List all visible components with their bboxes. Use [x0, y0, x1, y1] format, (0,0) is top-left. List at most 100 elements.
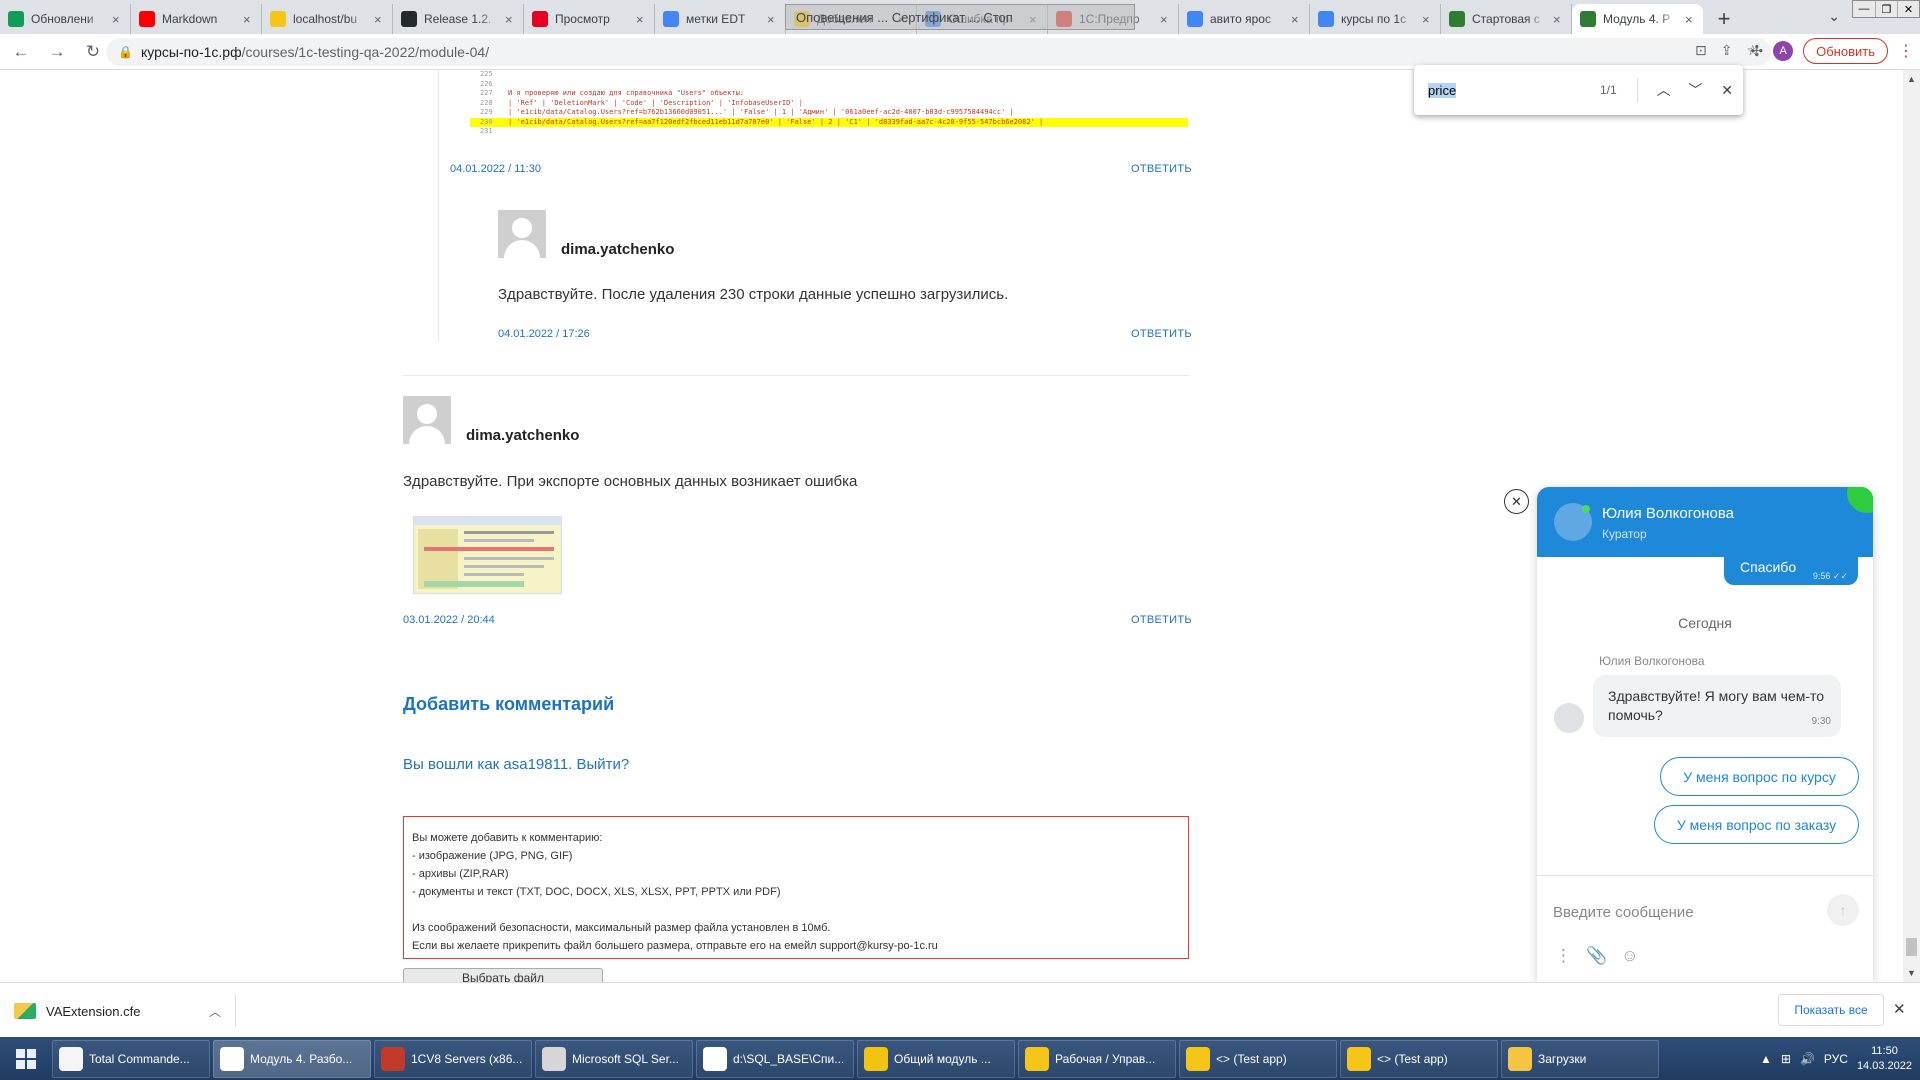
paperclip-icon[interactable]: 📎 — [1586, 946, 1607, 966]
tab-close-icon[interactable]: × — [1422, 12, 1432, 27]
chrome-menu-icon[interactable]: ⋮ — [1898, 41, 1914, 61]
browser-tab[interactable]: авито ярос × — [1179, 4, 1310, 34]
comment-text: Здравствуйте. После удаления 230 строки … — [498, 286, 1009, 303]
browser-tab[interactable]: курсы по 1с × — [1310, 4, 1441, 34]
choose-file-button[interactable]: Выбрать файл — [403, 968, 603, 982]
taskbar-item-label: <> (Test app) — [1377, 1051, 1448, 1066]
taskbar-item[interactable]: Загрузки — [1501, 1039, 1659, 1078]
new-tab-button[interactable]: + — [1709, 4, 1739, 34]
taskbar-item[interactable]: Рабочая / Управ... — [1018, 1039, 1176, 1078]
share-icon[interactable]: ⇪ — [1721, 42, 1733, 59]
forward-button[interactable]: → — [42, 37, 72, 67]
minimize-button[interactable]: — — [1853, 1, 1875, 17]
find-in-page-icon[interactable]: ⊡ — [1695, 42, 1707, 59]
attached-screenshot-thumbnail[interactable] — [413, 516, 562, 594]
windows-logo-icon — [16, 1048, 36, 1069]
reload-button[interactable]: ↻ — [78, 37, 108, 67]
find-previous-icon[interactable]: ︿ — [1648, 80, 1680, 100]
tab-close-icon[interactable]: × — [1685, 12, 1695, 27]
tab-title: Markdown — [162, 12, 218, 26]
send-arrow-icon[interactable]: ↑ — [1827, 894, 1859, 926]
scrollbar-thumb[interactable] — [1906, 938, 1917, 956]
chevron-up-icon[interactable]: ︿ — [209, 1003, 221, 1020]
reply-link[interactable]: ОТВЕТИТЬ — [1131, 163, 1192, 175]
tab-close-icon[interactable]: × — [1160, 12, 1170, 27]
tab-close-icon[interactable]: × — [243, 12, 253, 27]
avatar — [498, 210, 546, 258]
chat-input-icons: ⋮ 📎 ☺ — [1555, 946, 1639, 966]
line-number: 228 — [480, 98, 493, 107]
emoji-icon[interactable]: ☺ — [1621, 946, 1638, 966]
code-text: | 'e1cib/data/Catalog.Users?ref=b762b136… — [508, 108, 1014, 116]
code-line: 231 — [470, 127, 1188, 137]
tab-close-icon[interactable]: × — [636, 12, 646, 27]
tab-close-icon[interactable]: × — [505, 12, 515, 27]
line-number: 226 — [480, 79, 493, 88]
taskbar-item[interactable]: 1CV8 Servers (x86... — [374, 1039, 532, 1078]
download-item[interactable]: VAExtension.cfe ︿ — [14, 995, 236, 1027]
taskbar-item[interactable]: Total Commande... — [52, 1039, 210, 1078]
browser-tab[interactable]: метки EDT × — [655, 4, 786, 34]
show-all-downloads-button[interactable]: Показать все — [1778, 994, 1884, 1026]
reply-link[interactable]: ОТВЕТИТЬ — [1131, 328, 1192, 340]
language-indicator[interactable]: РУС — [1824, 1052, 1848, 1066]
comment-date[interactable]: 03.01.2022 / 20:44 — [403, 614, 495, 626]
close-shelf-icon[interactable]: ✕ — [1893, 1000, 1906, 1018]
browser-tab[interactable]: Обновлени × — [0, 4, 131, 34]
tab-close-icon[interactable]: × — [112, 12, 122, 27]
start-button[interactable] — [0, 1037, 52, 1080]
browser-tab[interactable]: localhost/bu × — [262, 4, 393, 34]
tab-close-icon[interactable]: × — [1553, 12, 1563, 27]
close-window-button[interactable]: ✕ — [1897, 1, 1919, 17]
taskbar-item[interactable]: <> (Test app) — [1179, 1039, 1337, 1078]
line-number: 230 — [480, 117, 493, 126]
browser-tab[interactable]: Модуль 4. Р × — [1572, 4, 1703, 34]
quick-reply-order-button[interactable]: У меня вопрос по заказу — [1654, 805, 1859, 844]
my-message-text: Спасибо — [1740, 559, 1797, 575]
comment-date[interactable]: 04.01.2022 / 11:30 — [450, 163, 541, 175]
comment-date[interactable]: 04.01.2022 / 17:26 — [498, 328, 590, 340]
profile-avatar[interactable]: A — [1773, 41, 1794, 61]
more-options-icon[interactable]: ⋮ — [1555, 946, 1572, 966]
chat-close-button[interactable]: ✕ — [1504, 489, 1529, 514]
scroll-down-arrow-icon[interactable]: ▼ — [1907, 968, 1916, 978]
page-scrollbar[interactable]: ▲ ▼ — [1903, 70, 1920, 982]
tab-close-icon[interactable]: × — [767, 12, 777, 27]
comment-divider — [403, 375, 1190, 376]
tab-close-icon[interactable]: × — [1291, 12, 1301, 27]
comment-author[interactable]: dima.yatchenko — [561, 241, 674, 258]
back-button[interactable]: ← — [6, 37, 36, 67]
comment-author[interactable]: dima.yatchenko — [466, 427, 579, 444]
code-screenshot: 225 226 227 И я проверяю или создаю для спр… — [470, 70, 1188, 142]
find-next-icon[interactable]: ﹀ — [1679, 80, 1711, 100]
chat-message-input[interactable]: Введите сообщение — [1553, 904, 1694, 921]
taskbar-item[interactable]: d:\SQL_BASE\Спи... — [696, 1039, 854, 1078]
taskbar-item[interactable]: Microsoft SQL Ser... — [535, 1039, 693, 1078]
address-bar[interactable]: 🔒 курсы-по-1с.рф /courses/1c-testing-qa-… — [106, 38, 1771, 66]
logged-in-link[interactable]: Вы вошли как asa19811. Выйти? — [403, 756, 629, 773]
network-icon[interactable]: ⊞ — [1781, 1052, 1791, 1066]
taskbar-item[interactable]: Модуль 4. Разбо... — [213, 1039, 371, 1078]
browser-tab[interactable]: Просмотр × — [524, 4, 655, 34]
browser-tab[interactable]: Release 1.2. × — [393, 4, 524, 34]
find-close-icon[interactable]: ✕ — [1711, 82, 1743, 99]
tab-close-icon[interactable]: × — [374, 12, 384, 27]
google-icon — [1187, 11, 1203, 27]
app-icon — [1580, 11, 1596, 27]
reply-link[interactable]: ОТВЕТИТЬ — [1131, 614, 1192, 626]
taskbar-item[interactable]: <> (Test app) — [1340, 1039, 1498, 1078]
tab-search-icon[interactable]: ⌄ — [1828, 8, 1840, 25]
browser-tab[interactable]: Стартовая с × — [1441, 4, 1572, 34]
find-input[interactable]: price — [1428, 82, 1567, 98]
clock[interactable]: 11:50 14.03.2022 — [1857, 1044, 1912, 1074]
show-hidden-icons-icon[interactable]: ▲ — [1760, 1052, 1772, 1066]
update-button[interactable]: Обновить — [1803, 38, 1888, 64]
extensions-puzzle-icon[interactable]: ✣ — [1751, 42, 1764, 60]
scroll-up-arrow-icon[interactable]: ▲ — [1907, 74, 1916, 84]
lock-icon[interactable]: 🔒 — [118, 45, 133, 59]
quick-reply-course-button[interactable]: У меня вопрос по курсу — [1660, 757, 1859, 796]
browser-tab[interactable]: Markdown × — [131, 4, 262, 34]
taskbar-item[interactable]: Общий модуль ... — [857, 1039, 1015, 1078]
restore-button[interactable]: ❐ — [1875, 1, 1897, 17]
volume-icon[interactable]: 🔊 — [1800, 1052, 1815, 1066]
